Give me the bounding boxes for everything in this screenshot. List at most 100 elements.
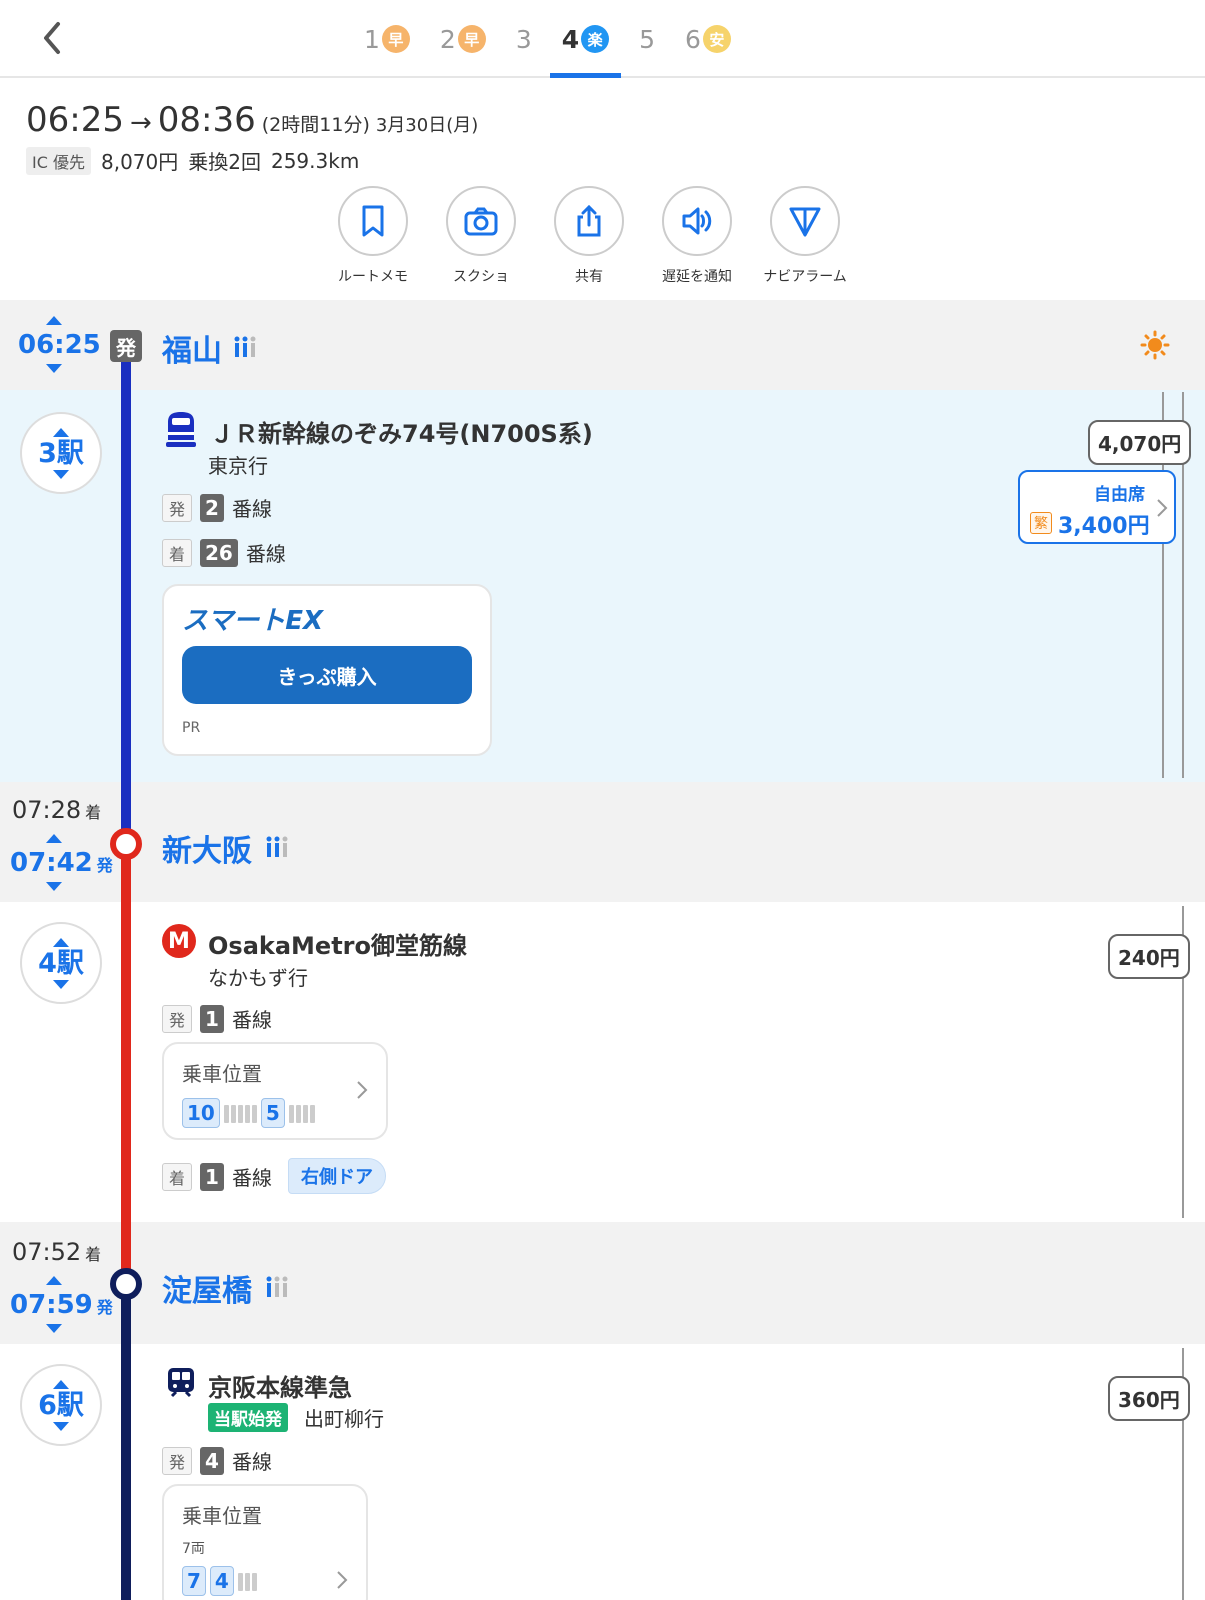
back-chevron-icon[interactable] bbox=[38, 18, 68, 58]
distance: 259.3km bbox=[270, 148, 360, 173]
station-name-fukuyama[interactable]: 福山 bbox=[162, 326, 222, 370]
boarding-position-card[interactable]: 乗車位置 10 5 bbox=[162, 1042, 388, 1140]
time-up-arrow-icon[interactable] bbox=[46, 316, 62, 325]
train-name[interactable]: ＪＲ新幹線のぞみ74号(N700S系) bbox=[210, 414, 593, 449]
departure-marker: 発 bbox=[110, 330, 142, 362]
tab-route-3[interactable]: 3 bbox=[512, 10, 536, 68]
shinosaka-arr-time: 07:28 着 bbox=[12, 796, 102, 824]
train-name[interactable]: 京阪本線準急 bbox=[208, 1368, 352, 1403]
route-tabs: 1早 2早 3 4楽 5 6安 bbox=[360, 10, 735, 78]
duration: (2時間11分) bbox=[261, 114, 370, 136]
fare-shinkansen: 4,070円 bbox=[1088, 420, 1192, 465]
tab-route-4[interactable]: 4楽 bbox=[549, 10, 622, 78]
shinosaka-dep-time: 07:42 発 bbox=[10, 848, 113, 878]
time-up-arrow-icon[interactable] bbox=[46, 1276, 62, 1285]
stops-count-button[interactable]: 4駅 bbox=[20, 922, 102, 1004]
fare-metro: 240円 bbox=[1108, 934, 1190, 979]
train-destination: 東京行 bbox=[208, 454, 268, 478]
arrival-platform: 着 1 番線 bbox=[162, 1162, 272, 1191]
chevron-right-icon bbox=[336, 1570, 348, 1594]
share-button[interactable]: 共有 bbox=[554, 186, 624, 286]
route-memo-button[interactable]: ルートメモ bbox=[338, 186, 408, 286]
pr-label: PR bbox=[182, 720, 201, 736]
tab-route-6[interactable]: 6安 bbox=[681, 10, 735, 68]
screenshot-button[interactable]: スクショ bbox=[446, 186, 516, 286]
crowd-level-icon bbox=[265, 836, 289, 862]
time-down-arrow-icon[interactable] bbox=[46, 882, 62, 891]
smart-ex-logo: スマートEX bbox=[182, 606, 324, 636]
time-up-arrow-icon[interactable] bbox=[46, 834, 62, 843]
nav-alarm-button[interactable]: ナビアラーム bbox=[763, 186, 847, 286]
stops-count-button[interactable]: 3駅 bbox=[20, 412, 102, 494]
action-bar: ルートメモ スクショ 共有 遅延を通知 ナビアラーム bbox=[338, 186, 847, 286]
departure-platform: 発 1 番線 bbox=[162, 1004, 272, 1033]
transfer-count: 乗換2回 bbox=[188, 150, 261, 174]
crowd-level-icon bbox=[265, 1276, 289, 1302]
chevron-right-icon bbox=[356, 1080, 368, 1104]
weather-sunny-icon[interactable] bbox=[1140, 330, 1170, 364]
yodoyabashi-arr-time: 07:52 着 bbox=[12, 1238, 102, 1266]
car-bars-icon bbox=[223, 1103, 257, 1123]
easy-badge: 楽 bbox=[581, 25, 610, 53]
total-fare: 8,070円 bbox=[100, 150, 179, 174]
smart-ex-ad-card: スマートEX きっぷ購入 PR bbox=[162, 584, 492, 756]
cheap-badge: 安 bbox=[702, 25, 731, 53]
yodoyabashi-dep-time: 07:59 発 bbox=[10, 1290, 113, 1320]
car-count: 7両 bbox=[182, 1541, 205, 1557]
fast-badge: 早 bbox=[381, 25, 410, 53]
transfer-station-marker bbox=[110, 1268, 142, 1300]
arrive-time: 08:36 bbox=[157, 100, 256, 140]
fukuyama-dep-time: 06:25 bbox=[18, 330, 101, 360]
top-nav: 1早 2早 3 4楽 5 6安 bbox=[0, 0, 1205, 78]
car-number: 7 bbox=[182, 1566, 206, 1596]
time-down-arrow-icon[interactable] bbox=[46, 364, 62, 373]
train-name[interactable]: OsakaMetro御堂筋線 bbox=[208, 926, 467, 961]
car-number: 4 bbox=[209, 1566, 234, 1596]
shinkansen-train-icon bbox=[164, 410, 198, 454]
arrow-icon: → bbox=[129, 108, 152, 138]
car-bars-icon bbox=[237, 1571, 257, 1591]
camera-icon bbox=[446, 186, 516, 256]
train-destination: 出町柳行 bbox=[304, 1407, 384, 1431]
speaker-icon bbox=[662, 186, 732, 256]
door-side-badge: 右側ドア bbox=[288, 1158, 386, 1194]
navigation-icon bbox=[770, 186, 840, 256]
tab-route-2[interactable]: 2早 bbox=[436, 10, 490, 68]
crowd-level-icon bbox=[233, 336, 257, 362]
tab-route-1[interactable]: 1早 bbox=[360, 10, 414, 68]
car-position-diagram: 10 5 bbox=[182, 1098, 319, 1128]
boarding-position-card[interactable]: 乗車位置 7両 7 4 bbox=[162, 1484, 368, 1600]
seat-fare-button[interactable]: 自由席 繁 3,400円 bbox=[1018, 470, 1176, 544]
route-time-summary: 06:25 → 08:36 (2時間11分) 3月30日(月) bbox=[26, 100, 478, 140]
keihan-line bbox=[121, 1282, 131, 1600]
share-icon bbox=[554, 186, 624, 256]
car-number: 5 bbox=[260, 1098, 285, 1128]
station-name-yodoyabashi[interactable]: 淀屋橋 bbox=[162, 1266, 252, 1310]
car-bars-icon bbox=[288, 1103, 315, 1123]
car-number: 10 bbox=[182, 1098, 220, 1128]
seat-type: 自由席 bbox=[1094, 485, 1145, 505]
departure-platform: 発 4 番線 bbox=[162, 1446, 272, 1475]
arrival-platform: 着 26 番線 bbox=[162, 538, 286, 567]
origin-station-badge: 当駅始発 bbox=[208, 1403, 288, 1432]
metro-line-icon: M bbox=[162, 924, 196, 958]
bookmark-icon bbox=[338, 186, 408, 256]
train-icon bbox=[166, 1366, 196, 1402]
buy-ticket-button[interactable]: きっぷ購入 bbox=[182, 646, 472, 704]
fare-keihan: 360円 bbox=[1108, 1376, 1190, 1421]
time-down-arrow-icon[interactable] bbox=[46, 1324, 62, 1333]
boarding-position-label: 乗車位置 bbox=[182, 1504, 262, 1528]
transfer-station-marker bbox=[110, 828, 142, 860]
tab-route-5[interactable]: 5 bbox=[635, 10, 659, 68]
boarding-position-label: 乗車位置 bbox=[182, 1062, 262, 1086]
travel-date: 3月30日(月) bbox=[375, 115, 479, 136]
station-name-shinosaka[interactable]: 新大阪 bbox=[162, 826, 252, 870]
seat-fare: 3,400円 bbox=[1058, 514, 1150, 539]
ic-priority-tag: IC 優先 bbox=[26, 146, 91, 175]
delay-notify-button[interactable]: 遅延を通知 bbox=[662, 186, 732, 286]
metro-line bbox=[121, 842, 131, 1282]
fast-badge: 早 bbox=[457, 25, 486, 53]
busy-season-tag: 繁 bbox=[1030, 512, 1052, 534]
car-position-diagram: 7 4 bbox=[182, 1566, 261, 1596]
stops-count-button[interactable]: 6駅 bbox=[20, 1364, 102, 1446]
